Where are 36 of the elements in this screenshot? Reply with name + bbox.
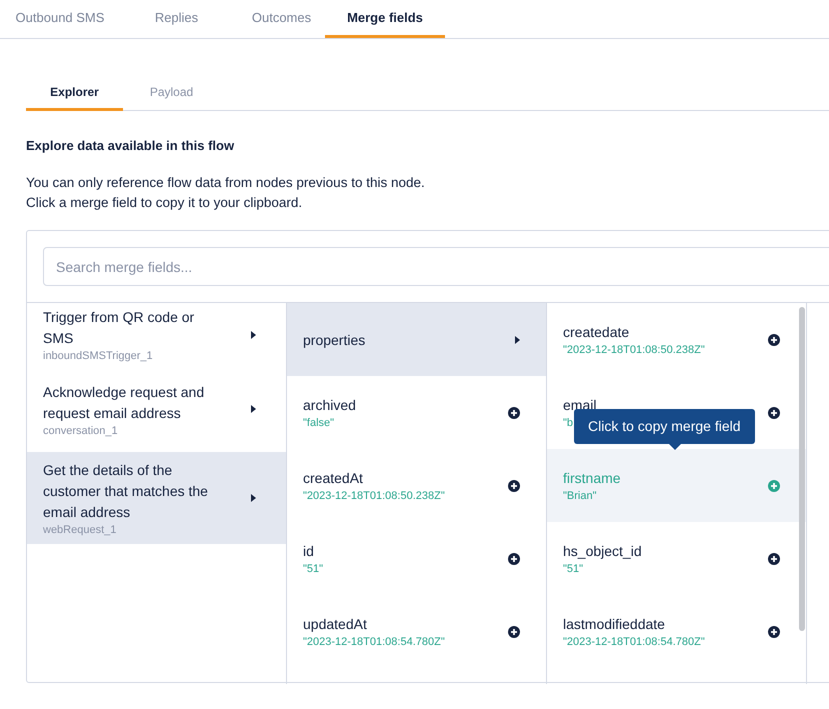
- search-field[interactable]: Search merge fields...: [43, 247, 829, 286]
- tab[interactable]: Outcomes: [238, 0, 325, 38]
- add-icon: [768, 552, 780, 564]
- add-icon: [768, 334, 780, 346]
- add-icon: [768, 406, 780, 418]
- field-item[interactable]: id "51": [287, 522, 546, 595]
- add-icon: [508, 552, 520, 564]
- add-icon: [768, 626, 780, 638]
- scrollbar[interactable]: [799, 307, 805, 631]
- tab[interactable]: Outbound SMS: [5, 0, 115, 38]
- tab[interactable]: Replies: [115, 0, 238, 38]
- description-text: Click a merge field to copy it to your clipboard.: [26, 194, 304, 212]
- field-item[interactable]: lastmodifieddate "2023-12-18T01:08:54.780Z": [547, 595, 806, 668]
- field-item[interactable]: hs_object_id "51": [547, 522, 806, 595]
- add-icon: [508, 406, 520, 418]
- add-icon: [508, 626, 520, 638]
- field-item[interactable]: updatedAt "2023-12-18T01:08:54.780Z": [287, 595, 546, 668]
- field-item[interactable]: createdate "2023-12-18T01:08:50.238Z": [547, 303, 806, 376]
- caret-icon: [251, 330, 256, 338]
- node-item[interactable]: Get the details of the customer that matches the email address webRequest_1: [27, 452, 286, 544]
- caret-icon: [515, 336, 520, 344]
- node-item[interactable]: Trigger from QR code or SMS inboundSMSTrigger_1: [27, 303, 286, 366]
- add-icon: [768, 480, 780, 492]
- field-item[interactable]: createdAt "2023-12-18T01:08:50.238Z": [287, 449, 546, 522]
- node-item[interactable]: Acknowledge request and request email address conversation_1: [27, 366, 286, 452]
- tab[interactable]: Explorer: [26, 75, 123, 111]
- field-item[interactable]: properties: [287, 303, 546, 376]
- caret-icon: [251, 494, 256, 502]
- tab[interactable]: Merge fields: [325, 0, 445, 38]
- caret-icon: [251, 405, 256, 413]
- add-icon: [508, 480, 520, 492]
- field-item[interactable]: archived "false": [287, 376, 546, 449]
- tooltip-pointer: [669, 444, 681, 450]
- description-text: You can only reference flow data from nodes previous to this node.: [26, 174, 426, 192]
- section-heading: Explore data available in this flow: [26, 138, 236, 153]
- tooltip: Click to copy merge field: [574, 409, 755, 444]
